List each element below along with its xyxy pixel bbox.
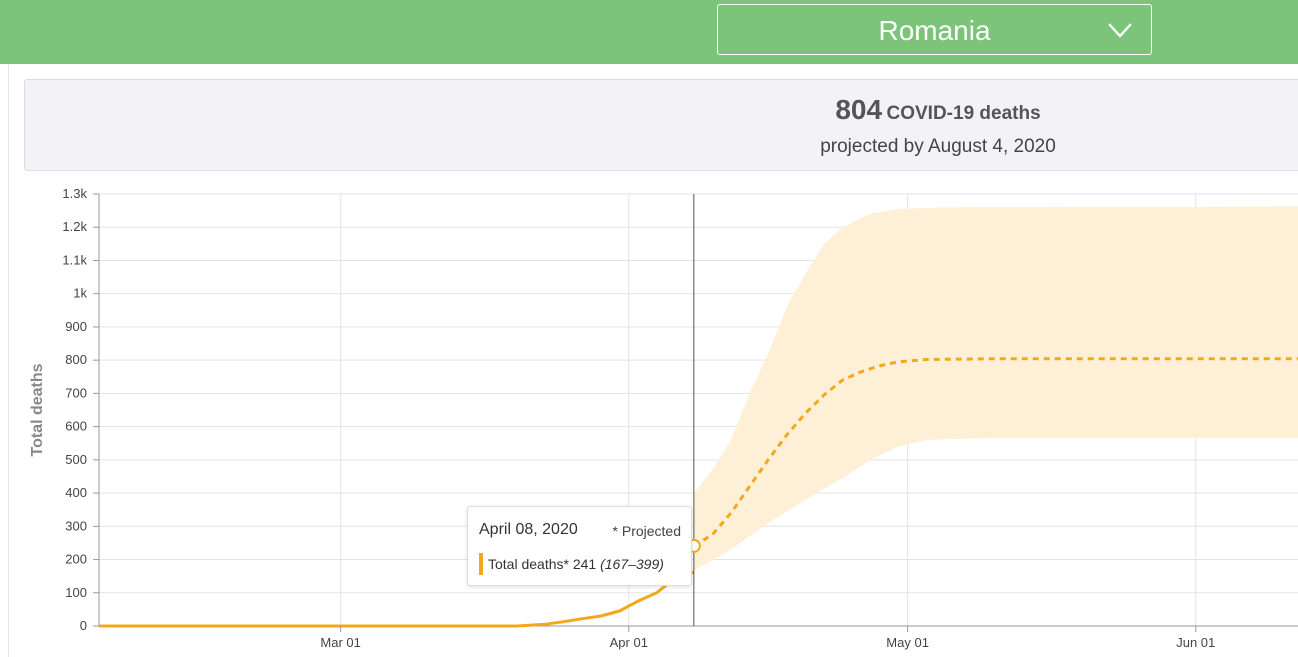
country-select[interactable]: Romania: [717, 4, 1152, 55]
tooltip-series-swatch: [479, 553, 483, 575]
y-tick-label: 100: [65, 585, 87, 600]
projection-summary: 804 COVID-19 deaths projected by August …: [24, 79, 1298, 171]
x-tick-label: May 01: [886, 635, 929, 650]
y-tick-label: 300: [65, 518, 87, 533]
x-tick-label: Jun 01: [1176, 635, 1215, 650]
projection-uncertainty-band: [693, 206, 1298, 571]
tooltip-projected-note: * Projected: [612, 523, 681, 539]
y-tick-label: 500: [65, 452, 87, 467]
tooltip-range: (167–399): [600, 556, 664, 572]
country-select-value: Romania: [878, 15, 991, 46]
hover-tooltip: April 08, 2020 * Projected Total deaths*…: [467, 506, 692, 586]
y-tick-label: 800: [65, 352, 87, 367]
tooltip-value: 241: [572, 556, 597, 572]
y-tick-label: 1.1k: [62, 252, 87, 267]
x-axis-ticks: Mar 01 Apr 01 May 01 Jun 01: [320, 626, 1215, 650]
tooltip-date: April 08, 2020: [479, 521, 578, 538]
y-tick-label: 600: [65, 419, 87, 434]
y-tick-label: 400: [65, 485, 87, 500]
y-tick-label: 0: [80, 618, 87, 633]
y-axis-label: Total deaths: [29, 363, 46, 456]
x-tick-label: Apr 01: [610, 635, 648, 650]
y-tick-label: 1.3k: [62, 186, 87, 201]
y-tick-label: 200: [65, 552, 87, 567]
y-tick-label: 700: [65, 385, 87, 400]
y-tick-label: 900: [65, 319, 87, 334]
summary-headline: 804 COVID-19 deaths: [25, 94, 1298, 126]
tooltip-row: Total deaths* 241 (167–399): [488, 556, 664, 572]
chevron-down-icon: [1108, 23, 1132, 38]
tooltip-series-label: Total deaths*: [488, 556, 569, 572]
y-tick-label: 1k: [73, 286, 87, 301]
y-axis-ticks: 0 100 200 300 400 500 600 700 800 900 1k 1.1k 1.2k 1.…: [62, 186, 99, 633]
summary-subtitle: projected by August 4, 2020: [820, 136, 1056, 157]
x-tick-label: Mar 01: [320, 635, 360, 650]
top-bar: Romania: [0, 0, 1298, 64]
y-tick-label: 1.2k: [62, 219, 87, 234]
death-count: 804: [835, 94, 883, 125]
death-unit: COVID-19 deaths: [886, 103, 1041, 124]
